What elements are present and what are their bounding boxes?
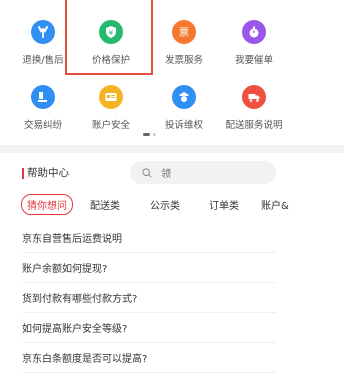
search-placeholder: 领: [161, 169, 171, 180]
service-grid: 退换/售后 ¥ 价格保护 票 发票服务 我要催单 交易纠纷 账户安全 投诉维权 …: [0, 0, 344, 145]
section-marker: [22, 168, 24, 179]
service-account-security[interactable]: 账户安全: [78, 85, 144, 131]
help-title: 帮助中心: [27, 167, 69, 179]
service-invoice[interactable]: 票 发票服务: [151, 20, 217, 66]
question-item[interactable]: 京东白条额度是否可以提高?: [22, 343, 276, 373]
search-icon: [142, 167, 152, 178]
service-label: 退换/售后: [22, 55, 64, 66]
service-complaint[interactable]: 投诉维权: [151, 85, 217, 131]
question-item[interactable]: 账户余额如何提现?: [22, 253, 276, 283]
tab-delivery[interactable]: 配送类: [90, 197, 120, 212]
svg-text:票: 票: [179, 27, 189, 39]
question-item[interactable]: 如何提高账户安全等级?: [22, 313, 276, 343]
question-list: 京东自营售后运费说明 账户余额如何提现? 货到付款有哪些付款方式? 如何提高账户…: [22, 223, 276, 373]
page-dot-active: [143, 133, 150, 136]
help-tabs: 猜你想问 配送类 公示类 订单类 账户&: [0, 193, 344, 217]
help-search[interactable]: 领: [130, 161, 276, 184]
wrench-icon: [31, 20, 55, 44]
service-urge-order[interactable]: 我要催单: [221, 20, 287, 66]
tab-guess[interactable]: 猜你想问: [21, 194, 73, 215]
service-label: 账户安全: [91, 120, 130, 131]
service-label: 交易纠纷: [23, 120, 62, 131]
officer-icon: [172, 85, 196, 109]
service-label: 发票服务: [164, 55, 203, 66]
id-card-icon: [99, 85, 123, 109]
service-label: 投诉维权: [164, 120, 203, 131]
invoice-icon: 票: [172, 20, 196, 44]
section-divider: [0, 145, 344, 153]
service-label: 配送服务说明: [225, 120, 283, 131]
gavel-icon: [31, 85, 55, 109]
tab-notice[interactable]: 公示类: [150, 197, 180, 212]
service-label: 我要催单: [234, 55, 273, 66]
page-dot: [153, 133, 156, 136]
truck-icon: [242, 85, 266, 109]
service-delivery-info[interactable]: 配送服务说明: [221, 85, 287, 131]
page-indicator: [143, 133, 156, 136]
tab-account[interactable]: 账户&: [261, 197, 289, 212]
tab-order[interactable]: 订单类: [209, 197, 239, 212]
price-protect-highlight: [65, 0, 153, 75]
question-item[interactable]: 货到付款有哪些付款方式?: [22, 283, 276, 313]
question-item[interactable]: 京东自营售后运费说明: [22, 223, 276, 253]
service-dispute[interactable]: 交易纠纷: [10, 85, 76, 131]
stopwatch-icon: [242, 20, 266, 44]
